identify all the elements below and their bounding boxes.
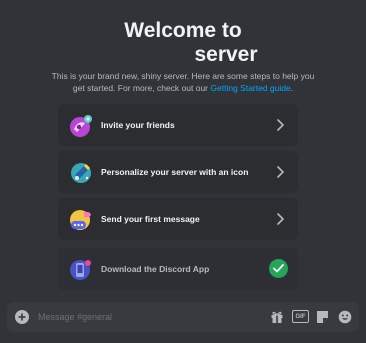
- add-attachment-icon[interactable]: [15, 310, 29, 324]
- message-input[interactable]: [38, 310, 258, 324]
- personalize-server-label: Personalize your server with an icon: [101, 167, 249, 177]
- chevron-right-icon: [277, 166, 284, 178]
- personalize-server-card[interactable]: Personalize your server with an icon: [58, 151, 298, 193]
- download-app-card[interactable]: Download the Discord App: [58, 248, 298, 290]
- send-message-label: Send your first message: [101, 214, 200, 224]
- send-message-card[interactable]: Send your first message: [58, 198, 298, 240]
- chevron-right-icon: [277, 213, 284, 225]
- gif-label: GIF: [295, 313, 306, 320]
- sticker-icon[interactable]: [316, 310, 329, 324]
- welcome-title-line2: server: [194, 43, 258, 66]
- personalize-server-icon: [69, 161, 91, 183]
- channel-view: Welcome to server This is your brand new…: [0, 0, 366, 343]
- send-message-icon: [69, 208, 91, 230]
- welcome-title: Welcome to server: [0, 19, 366, 67]
- chevron-right-icon: [277, 119, 284, 131]
- welcome-subtitle: This is your brand new, shiny server. He…: [50, 70, 316, 94]
- gif-button[interactable]: GIF: [292, 310, 309, 323]
- invite-friends-card[interactable]: Invite your friends: [58, 104, 298, 146]
- emoji-icon[interactable]: [338, 310, 352, 324]
- getting-started-link[interactable]: Getting Started guide: [210, 83, 290, 93]
- download-app-icon: [69, 258, 91, 280]
- invite-friends-icon: [69, 114, 92, 137]
- gift-icon[interactable]: [270, 310, 284, 324]
- subtitle-period: .: [290, 83, 294, 93]
- download-app-label: Download the Discord App: [101, 264, 210, 274]
- welcome-title-line1: Welcome to: [124, 19, 242, 42]
- invite-friends-label: Invite your friends: [101, 120, 175, 130]
- completed-check-icon: [269, 259, 288, 278]
- message-composer: GIF: [7, 302, 359, 332]
